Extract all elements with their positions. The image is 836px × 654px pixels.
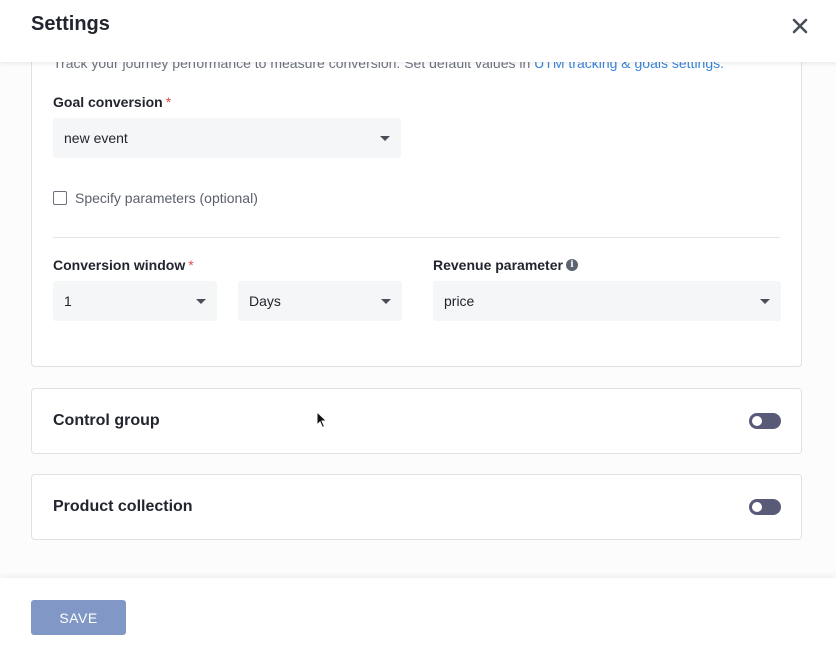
chevron-down-icon [196,298,206,304]
goal-conversion-label: Goal conversion * [53,94,171,110]
revenue-parameter-value: price [444,293,475,309]
goal-conversion-label-text: Goal conversion [53,94,163,110]
revenue-parameter-label-text: Revenue parameter [433,257,563,273]
utm-settings-link[interactable]: UTM tracking & goals settings. [534,62,724,71]
specify-parameters-checkbox[interactable] [53,191,67,205]
toggle-knob [752,502,762,512]
goal-conversion-value: new event [64,130,128,146]
settings-header: Settings [0,0,836,62]
control-group-toggle[interactable] [749,413,781,429]
settings-footer: SAVE [0,578,836,654]
toggle-knob [752,416,762,426]
save-button[interactable]: SAVE [31,600,126,635]
mouse-cursor-icon [316,410,328,434]
info-icon[interactable]: i [565,259,578,271]
chevron-down-icon [380,135,390,141]
conversion-window-unit-select[interactable]: Days [238,281,402,321]
conversion-window-unit-value: Days [249,293,281,309]
close-icon[interactable] [788,14,812,38]
conversion-window-amount-value: 1 [64,293,72,309]
control-group-title: Control group [53,412,160,429]
control-group-card: Control group [31,388,802,454]
page-title: Settings [31,13,110,35]
specify-parameters-label: Specify parameters (optional) [75,190,258,206]
product-collection-title: Product collection [53,498,193,515]
goals-intro: Track your journey performance to measur… [53,62,724,71]
product-collection-card: Product collection [31,474,802,540]
settings-content[interactable]: Track your journey performance to measur… [0,62,836,578]
conversion-window-label: Conversion window * [53,257,194,273]
goal-conversion-select[interactable]: new event [53,118,401,158]
product-collection-toggle[interactable] [749,499,781,515]
section-divider [53,237,780,238]
required-mark: * [165,94,172,110]
conversion-window-amount-select[interactable]: 1 [53,281,217,321]
chevron-down-icon [760,298,770,304]
revenue-parameter-label: Revenue parameter i [433,257,578,273]
goals-intro-text: Track your journey performance to measur… [53,62,535,71]
required-mark: * [188,257,194,273]
conversion-window-label-text: Conversion window [53,257,186,273]
goals-card: Track your journey performance to measur… [31,62,802,367]
revenue-parameter-select[interactable]: price [433,281,781,321]
specify-parameters-row[interactable]: Specify parameters (optional) [53,190,258,206]
chevron-down-icon [381,298,391,304]
